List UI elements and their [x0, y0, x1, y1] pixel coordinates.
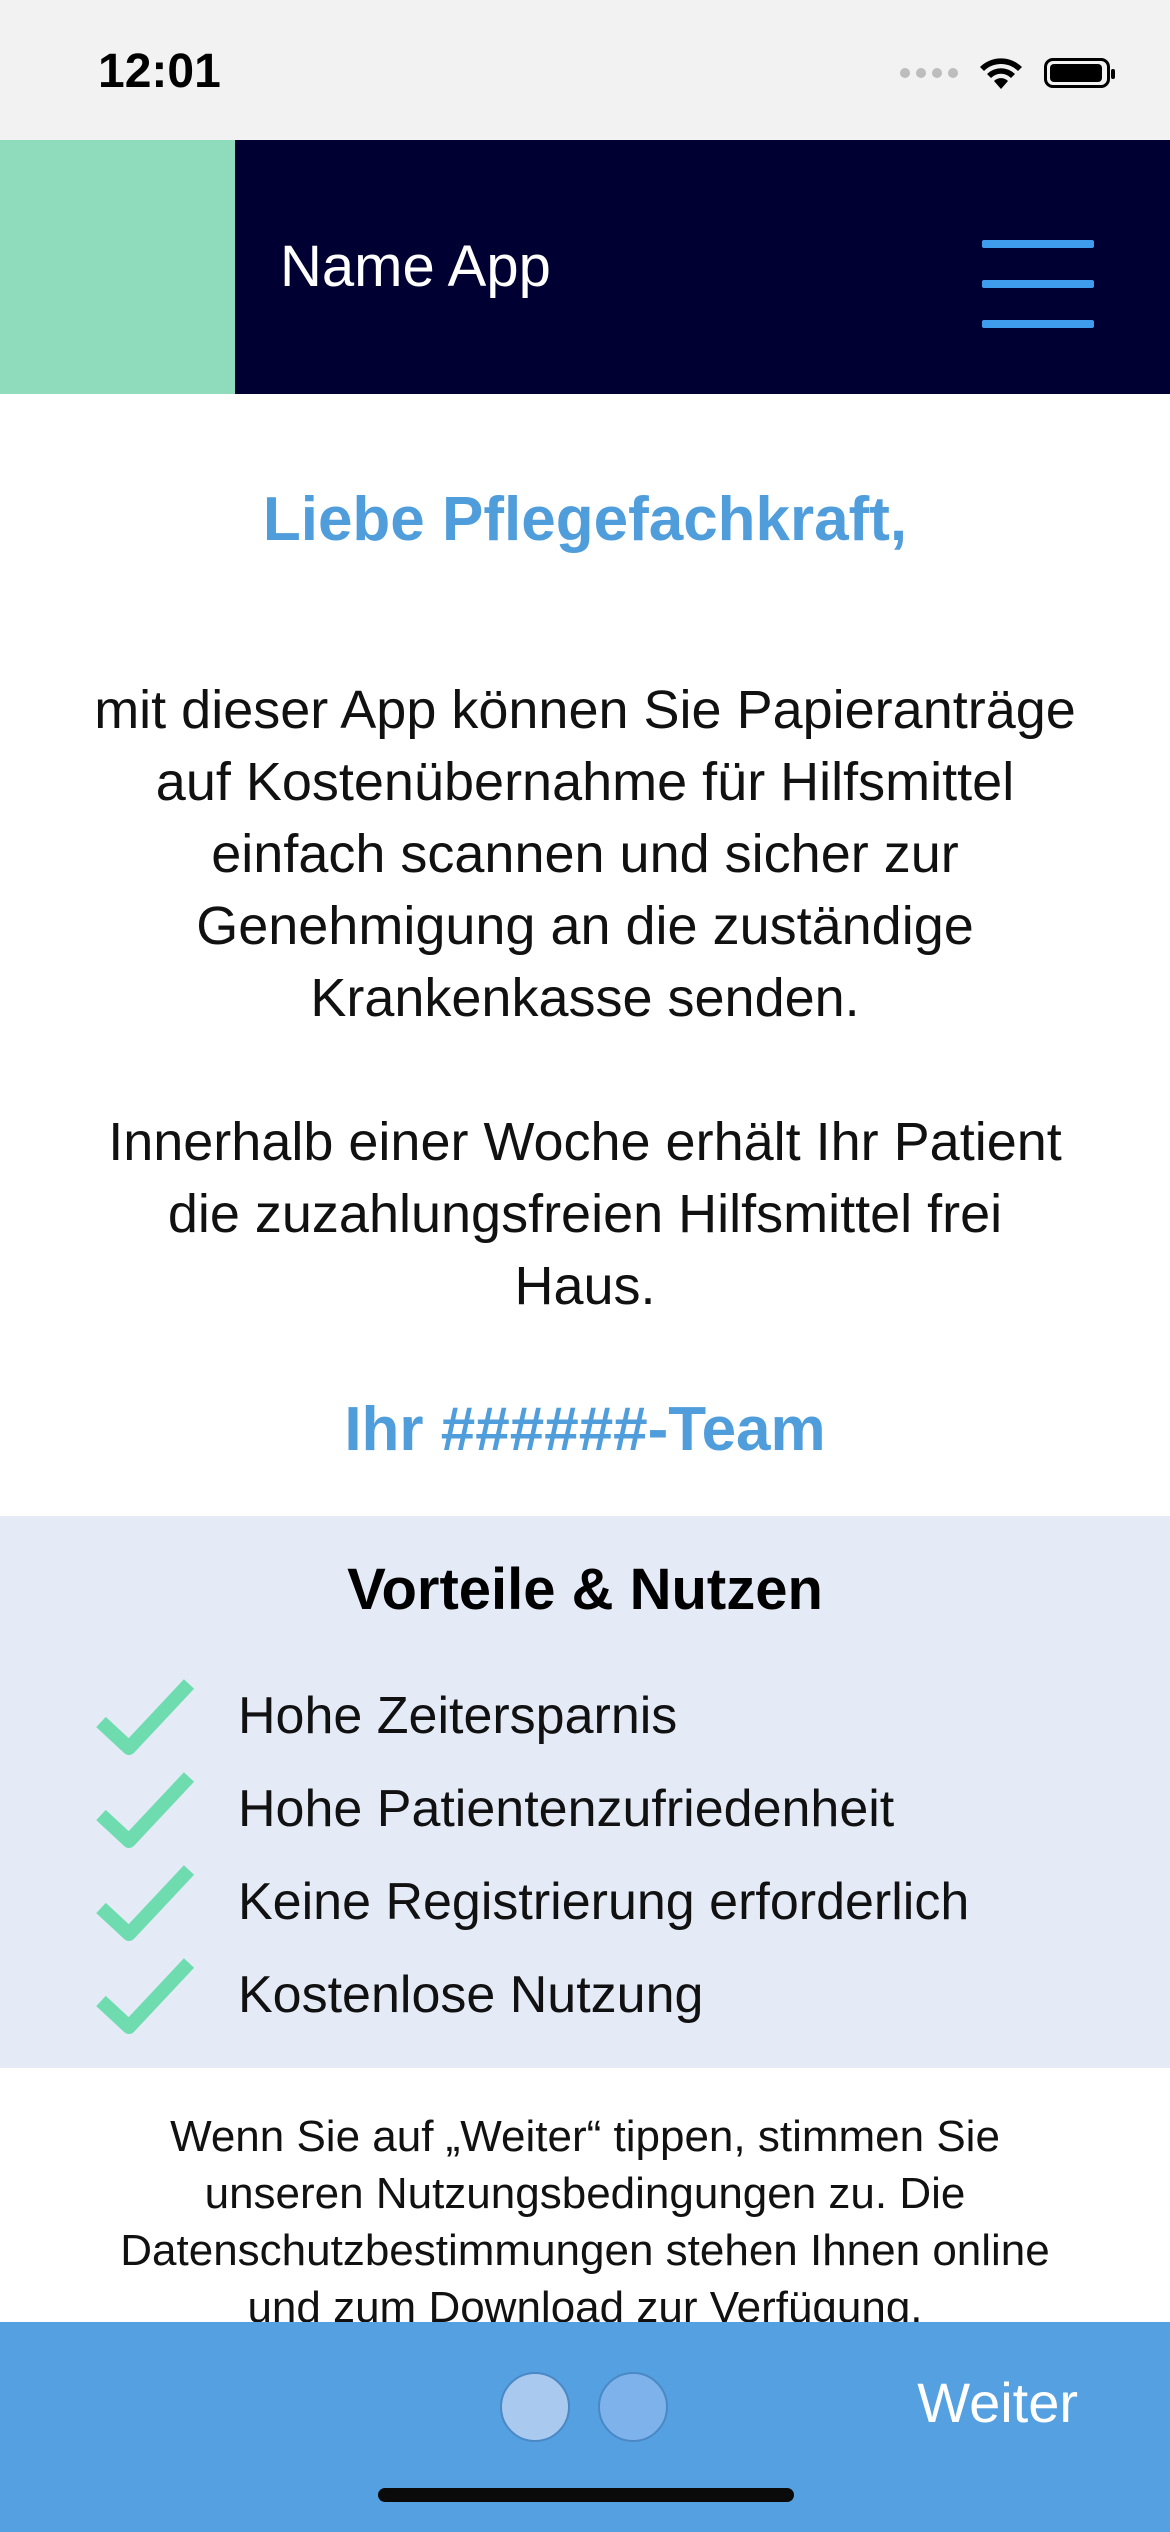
status-time: 12:01: [98, 45, 221, 98]
benefit-item: Hohe Patientenzufriedenheit: [95, 1769, 894, 1849]
benefit-label: Hohe Patientenzufriedenheit: [238, 1780, 895, 1838]
next-button[interactable]: Weiter: [917, 2370, 1078, 2435]
status-bar: 12:01: [0, 0, 1170, 140]
app-header: Name App: [0, 140, 1170, 394]
checkmark-icon: [96, 1679, 195, 1755]
hamburger-menu-icon: [982, 240, 1094, 248]
delivery-paragraph: Innerhalb einer Woche erhält Ihr Patient…: [108, 1112, 1062, 1316]
intro-paragraph: mit dieser App können Sie Papieranträge …: [94, 680, 1076, 1028]
greeting-heading: Liebe Pflegefachkraft,: [262, 485, 908, 554]
benefit-item: Hohe Zeitersparnis: [95, 1676, 677, 1756]
checkmark-icon: [96, 1865, 195, 1941]
page-indicator-dot[interactable]: [500, 2372, 570, 2442]
benefit-item: Kostenlose Nutzung: [95, 1955, 703, 2035]
benefit-item: Keine Registrierung erforderlich: [95, 1862, 969, 1942]
terms-notice: Wenn Sie auf „Weiter“ tippen, stimmen Si…: [120, 2112, 1050, 2332]
benefits-section: Vorteile & Nutzen Hohe Zeitersparnis Hoh…: [0, 1516, 1170, 2068]
app-title: Name App: [280, 234, 551, 299]
battery-icon: [1044, 58, 1115, 88]
menu-button[interactable]: [982, 240, 1094, 328]
status-icons: [900, 48, 1115, 98]
home-indicator[interactable]: [378, 2488, 794, 2502]
team-signature: Ihr ######-Team: [344, 1395, 826, 1464]
checkmark-icon: [96, 1772, 195, 1848]
wifi-icon: [980, 58, 1022, 89]
checkmark-icon: [96, 1958, 195, 2034]
benefits-title: Vorteile & Nutzen: [347, 1557, 823, 1622]
benefit-label: Hohe Zeitersparnis: [238, 1687, 678, 1745]
cellular-signal-icon: [900, 68, 958, 78]
brand-logo-block: [0, 140, 235, 394]
benefit-label: Keine Registrierung erforderlich: [238, 1873, 970, 1931]
benefit-label: Kostenlose Nutzung: [238, 1966, 704, 2024]
page-indicator-dot[interactable]: [598, 2372, 668, 2442]
